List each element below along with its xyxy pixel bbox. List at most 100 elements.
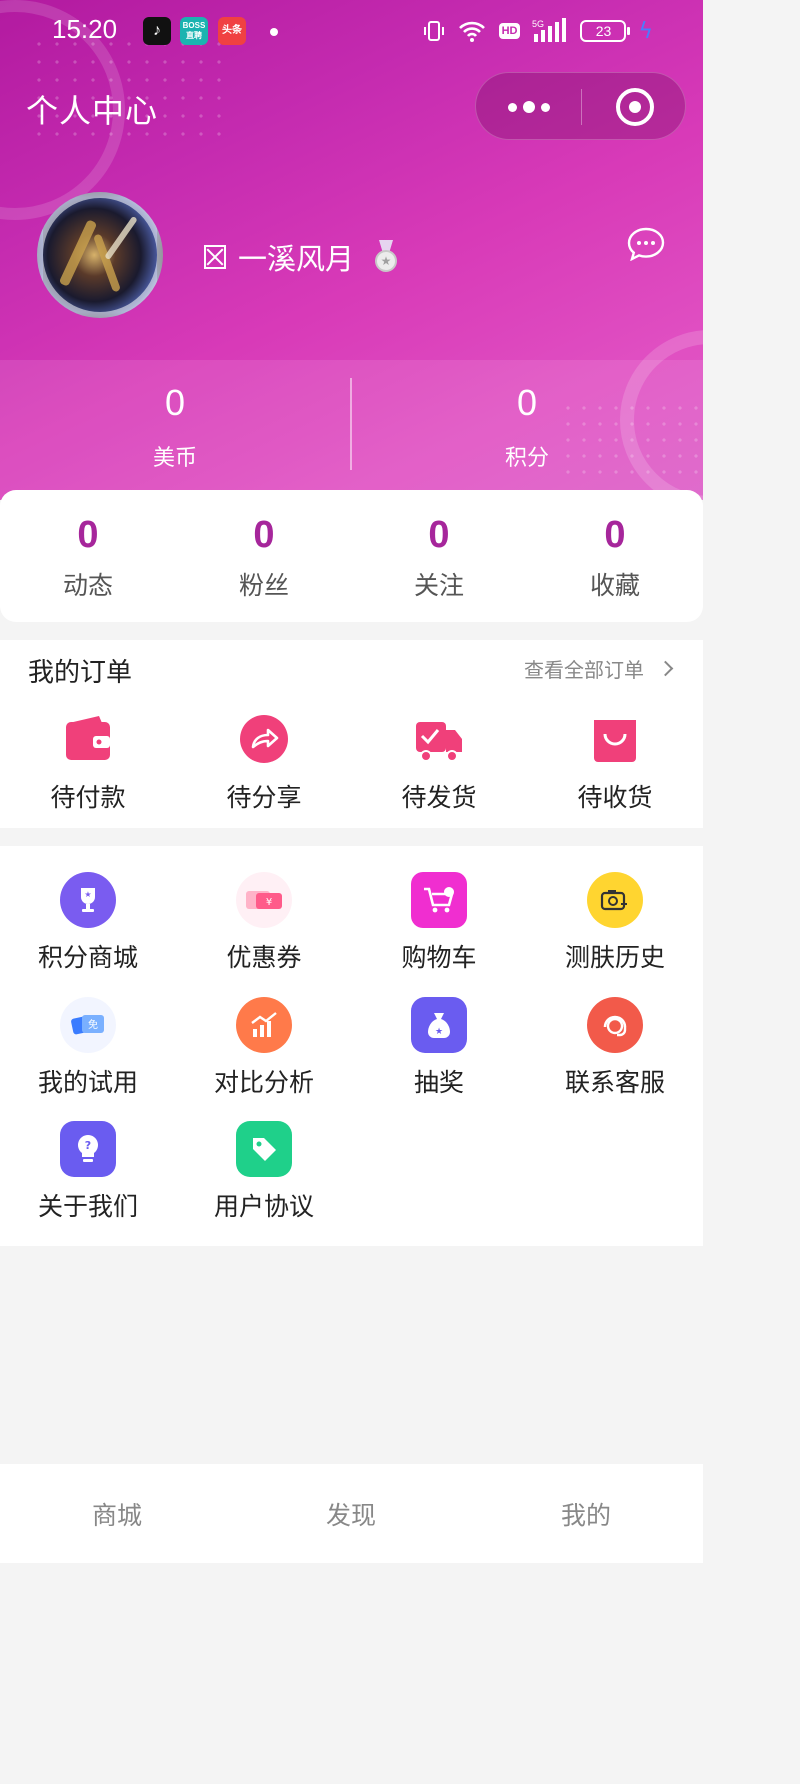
- more-dots-icon: [522, 101, 535, 113]
- order-pending-shipment[interactable]: 待发货: [351, 714, 527, 814]
- tiktok-icon: ♪: [143, 17, 171, 45]
- service-points-mall[interactable]: ★ 积分商城: [0, 846, 176, 972]
- stat-meibi[interactable]: 0 美币: [0, 360, 350, 480]
- service-cart[interactable]: 购物车: [351, 846, 527, 972]
- service-label: 积分商城: [37, 943, 138, 972]
- username-text: 一溪风月: [238, 242, 355, 276]
- vibrate-icon: [423, 21, 444, 41]
- service-label: 购物车: [401, 943, 477, 972]
- service-label: 我的试用: [37, 1068, 138, 1097]
- service-user-agreement[interactable]: 用户协议: [176, 1095, 352, 1221]
- status-indicators: HD 5G 23 ϟ: [423, 16, 653, 46]
- order-pending-share[interactable]: 待分享: [176, 714, 352, 814]
- cart-icon: [411, 872, 467, 928]
- stat-value: 0: [516, 382, 538, 423]
- service-label: 关于我们: [37, 1192, 138, 1221]
- count-label: 关注: [413, 571, 464, 600]
- count-label: 动态: [62, 571, 113, 600]
- social-counts-card: 0 动态 0 粉丝 0 关注 0 收藏: [0, 490, 703, 622]
- count-value: 0: [604, 514, 626, 556]
- tag-icon: [236, 1121, 292, 1177]
- close-miniprogram-button[interactable]: [616, 88, 654, 126]
- service-label: 联系客服: [564, 1068, 665, 1097]
- trial-icon: 免: [60, 997, 116, 1053]
- boss-icon: BOSS 直聘: [180, 17, 208, 45]
- count-label: 粉丝: [238, 571, 289, 600]
- username[interactable]: 一溪风月 ★: [204, 236, 400, 278]
- count-posts[interactable]: 0 动态: [0, 490, 176, 622]
- bottom-tab-bar: 商城 发现 我的: [0, 1464, 703, 1563]
- wallet-icon: [66, 716, 110, 760]
- money-bag-icon: ★: [411, 997, 467, 1053]
- svg-text:★: ★: [435, 1027, 443, 1037]
- tab-mine[interactable]: 我的: [469, 1464, 703, 1563]
- trophy-icon: ★: [60, 872, 116, 928]
- view-all-orders-link[interactable]: 查看全部订单: [524, 654, 674, 683]
- charging-icon: ϟ: [638, 18, 653, 44]
- count-value: 0: [428, 514, 450, 556]
- more-dots-icon: [507, 102, 517, 112]
- service-label: 抽奖: [413, 1068, 464, 1097]
- wallet-stats: 0 美币 0 积分: [0, 360, 703, 500]
- count-value: 0: [77, 514, 99, 556]
- camera-icon: [587, 872, 643, 928]
- svg-text:?: ?: [85, 1139, 91, 1152]
- order-label: 待发货: [401, 783, 477, 812]
- order-label: 待付款: [50, 783, 126, 812]
- count-fans[interactable]: 0 粉丝: [176, 490, 352, 622]
- toutiao-icon: 头条: [218, 17, 246, 45]
- more-button[interactable]: [476, 73, 581, 141]
- coupon-icon: ¥: [236, 872, 292, 928]
- status-time: 15:20: [52, 14, 118, 44]
- tab-discover[interactable]: 发现: [234, 1464, 468, 1563]
- headset-icon: [587, 997, 643, 1053]
- more-dots-icon: [540, 102, 550, 112]
- page-title: 个人中心: [26, 92, 159, 130]
- bulb-icon: ?: [60, 1121, 116, 1177]
- service-skin-history[interactable]: 测肤历史: [527, 846, 703, 972]
- svg-text:免: 免: [88, 1018, 98, 1031]
- service-coupons[interactable]: ¥ 优惠券: [176, 846, 352, 972]
- hd-icon: HD: [498, 23, 521, 39]
- svg-text:5G: 5G: [532, 19, 544, 29]
- count-following[interactable]: 0 关注: [351, 490, 527, 622]
- service-customer-support[interactable]: 联系客服: [527, 971, 703, 1097]
- truck-icon: [416, 722, 462, 762]
- service-compare-analysis[interactable]: 对比分析: [176, 971, 352, 1097]
- capsule-divider: [581, 89, 582, 125]
- stat-label: 美币: [152, 446, 197, 471]
- services-grid: ★ 积分商城 ¥ 优惠券 购物车 测肤历史 免 我的试用 对比分析 ★ 抽奖 联…: [0, 846, 703, 1246]
- stat-points[interactable]: 0 积分: [352, 360, 702, 480]
- service-lottery[interactable]: ★ 抽奖: [351, 971, 527, 1097]
- my-orders-section: 我的订单 查看全部订单 待付款 待分享 待发货 待收货: [0, 640, 703, 828]
- tab-mall[interactable]: 商城: [0, 1464, 234, 1563]
- svg-text:★: ★: [84, 890, 91, 899]
- shopping-bag-icon: [594, 720, 636, 762]
- service-my-trials[interactable]: 免 我的试用: [0, 971, 176, 1097]
- order-label: 待分享: [226, 783, 302, 812]
- service-label: 对比分析: [213, 1068, 314, 1097]
- signal-icon: 5G: [532, 18, 567, 42]
- share-icon: [240, 715, 288, 763]
- avatar[interactable]: [37, 192, 163, 318]
- miniprogram-capsule: [475, 72, 686, 140]
- service-label: 测肤历史: [564, 943, 665, 972]
- order-pending-receipt[interactable]: 待收货: [527, 714, 703, 814]
- view-all-orders-label: 查看全部订单: [524, 658, 644, 682]
- count-favorites[interactable]: 0 收藏: [527, 490, 703, 622]
- stat-label: 积分: [504, 446, 549, 471]
- service-about-us[interactable]: ? 关于我们: [0, 1095, 176, 1221]
- count-label: 收藏: [589, 571, 640, 600]
- order-label: 待收货: [577, 783, 653, 812]
- chevron-right-icon: [657, 660, 674, 677]
- order-pending-payment[interactable]: 待付款: [0, 714, 176, 814]
- app-root: 15:20 ♪ BOSS 直聘 头条 HD 5G 23 ϟ 个人中心 一溪风月 …: [0, 0, 703, 1563]
- orders-title: 我的订单: [28, 658, 133, 688]
- service-label: 用户协议: [213, 1192, 314, 1221]
- chart-up-icon: [236, 997, 292, 1053]
- stat-value: 0: [164, 382, 186, 423]
- notification-dot-icon: [270, 28, 278, 36]
- wifi-icon: [458, 21, 485, 42]
- status-bar: 15:20 ♪ BOSS 直聘 头条 HD 5G 23 ϟ: [0, 0, 703, 62]
- message-icon[interactable]: [627, 227, 665, 261]
